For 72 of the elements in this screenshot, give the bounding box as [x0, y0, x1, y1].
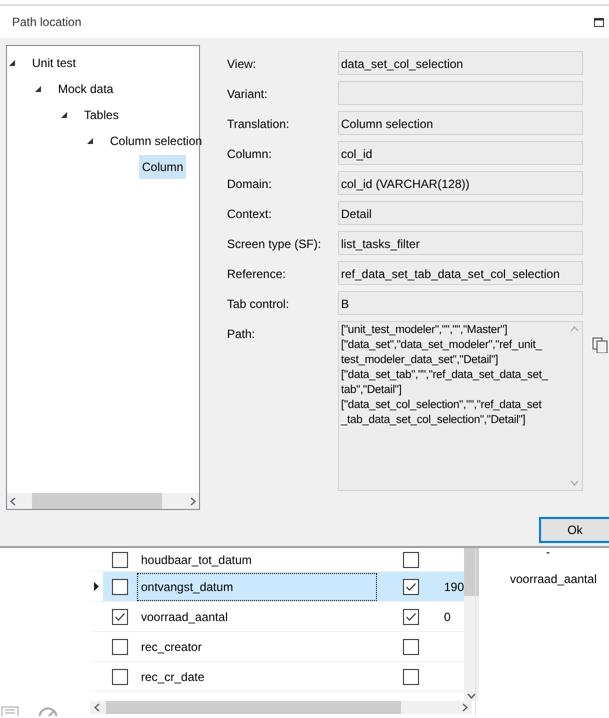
checkbox[interactable]	[112, 668, 128, 684]
checkbox[interactable]	[112, 578, 128, 594]
table-cell-text: rec_cr_date	[140, 668, 206, 686]
field-label: Context:	[227, 206, 273, 223]
table-cell-text: 190	[444, 578, 464, 596]
table-cell: ontvangst_datum	[137, 572, 377, 600]
path-text-line: ["data_set_col_selection","","ref_data_set	[341, 398, 543, 413]
path-text-line: ["data_set","data_set_modeler","ref_unit_	[341, 338, 544, 353]
field-label: Screen type (SF):	[227, 236, 322, 253]
scroll-left-icon[interactable]	[10, 496, 16, 506]
expanded-arrow-icon[interactable]	[35, 86, 41, 92]
value-field[interactable]: Column selection	[338, 111, 583, 135]
ok-button[interactable]: Ok	[539, 517, 609, 543]
field-label: Column:	[227, 146, 273, 163]
field-label: Variant:	[227, 86, 268, 103]
field-label: Translation:	[227, 116, 290, 133]
table-cell-text: voorraad_aantal	[140, 608, 229, 626]
field-label: Tab control:	[227, 296, 290, 313]
path-text-line: test_modeler_data_set","Detail"]	[341, 353, 500, 368]
tree-item[interactable]: Unit test	[29, 51, 80, 75]
path-text-line: ["unit_test_modeler","","","Master"]	[341, 323, 508, 338]
table-cell-text: rec_creator	[140, 638, 203, 656]
checkbox[interactable]	[112, 608, 128, 624]
scroll-down-icon[interactable]	[467, 693, 476, 699]
value-field[interactable]: data_set_col_selection	[338, 51, 583, 75]
tree-item[interactable]: Column	[139, 155, 186, 179]
path-text-line: tab","Detail"]	[341, 383, 403, 398]
checkbox[interactable]	[403, 608, 419, 624]
field-label: View:	[227, 56, 258, 73]
expanded-arrow-icon[interactable]	[9, 60, 15, 66]
path-text-line: _tab_data_set_col_selection","Detail"]	[341, 413, 526, 428]
tree-item[interactable]: Tables	[81, 103, 122, 127]
window-title: Path location	[12, 14, 82, 31]
tree-item[interactable]: Mock data	[55, 77, 116, 101]
field-label: Reference:	[227, 266, 287, 283]
checkbox[interactable]	[112, 552, 128, 568]
scroll-right-icon[interactable]	[462, 703, 468, 712]
dash-text: -	[546, 548, 551, 561]
expanded-arrow-icon[interactable]	[61, 112, 67, 118]
copy-icon[interactable]	[592, 336, 608, 353]
scroll-left-icon[interactable]	[94, 703, 100, 712]
grid-row[interactable]: rec_creator	[103, 632, 464, 661]
table-cell-text: 0	[444, 608, 451, 626]
tree-item[interactable]: Column selection	[107, 129, 206, 153]
path-field[interactable]	[338, 321, 583, 491]
value-field[interactable]: col_id (VARCHAR(128))	[338, 171, 583, 195]
value-field[interactable]: B	[338, 291, 583, 315]
vertical-scrollbar[interactable]	[464, 548, 480, 701]
path-text-line: ["data_set_tab","","ref_data_set_data_set_	[341, 368, 550, 383]
value-field[interactable]: col_id	[338, 141, 583, 165]
grid-row[interactable]: rec_cr_date	[103, 662, 464, 691]
expanded-arrow-icon[interactable]	[87, 138, 93, 144]
checkbox[interactable]	[403, 638, 419, 654]
horizontal-scrollbar[interactable]	[7, 493, 199, 509]
scroll-right-icon[interactable]	[190, 496, 196, 506]
value-field[interactable]: ref_data_set_tab_data_set_col_selection	[338, 261, 583, 285]
table-cell-text: houdbaar_tot_datum	[140, 552, 253, 568]
field-label: Domain:	[227, 176, 273, 193]
grid-row[interactable]: voorraad_aantal 0	[103, 602, 464, 631]
value-field[interactable]: list_tasks_filter	[338, 231, 583, 255]
side-label: voorraad_aantal	[510, 571, 598, 588]
checkbox[interactable]	[403, 668, 419, 684]
horizontal-scrollbar[interactable]	[90, 701, 472, 714]
value-field[interactable]: Detail	[338, 201, 583, 225]
grid-row[interactable]: ontvangst_datum 190	[103, 572, 464, 601]
maximize-icon[interactable]	[594, 18, 604, 26]
checkbox[interactable]	[403, 552, 419, 568]
grid-row[interactable]: houdbaar_tot_datum	[103, 545, 464, 574]
checkbox[interactable]	[403, 578, 419, 594]
value-field[interactable]	[338, 81, 583, 105]
field-label: Path:	[227, 326, 256, 343]
checkbox[interactable]	[112, 638, 128, 654]
